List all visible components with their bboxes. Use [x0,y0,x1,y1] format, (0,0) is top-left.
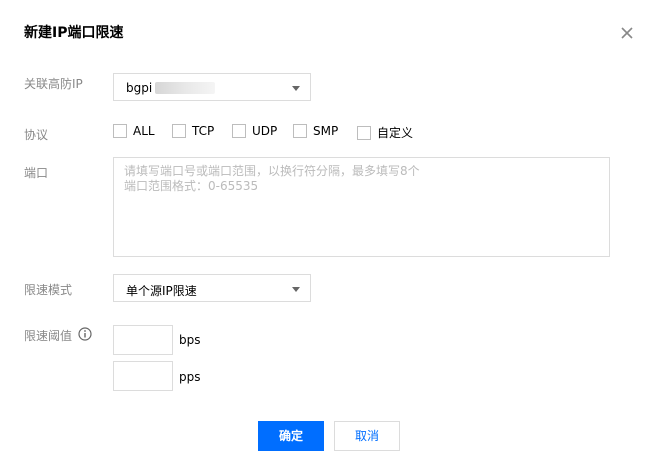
bps-input[interactable] [113,325,173,355]
port-textarea[interactable]: 请填写端口号或端口范围，以换行符分隔，最多填写8个 端口范围格式：0-65535 [113,157,610,257]
confirm-button[interactable]: 确定 [258,421,324,451]
protocol-option-label: ALL [133,124,155,138]
chevron-down-icon [292,86,300,91]
protocol-option-tcp[interactable]: TCP [172,124,214,138]
port-placeholder-line1: 请填写端口号或端口范围，以换行符分隔，最多填写8个 [124,164,420,178]
new-ip-port-rate-limit-dialog: 新建IP端口限速 关联高防IP bgpi 协议 ALL TCP UDP SMP … [0,0,657,475]
protocol-option-smp[interactable]: SMP [293,124,338,138]
chevron-down-icon [292,287,300,292]
checkbox[interactable] [113,124,127,138]
ip-label: 关联高防IP [24,77,83,91]
checkbox[interactable] [172,124,186,138]
port-placeholder-line2: 端口范围格式：0-65535 [124,179,259,193]
mode-select[interactable]: 单个源IP限速 [113,274,311,302]
cancel-button[interactable]: 取消 [334,421,400,451]
close-icon[interactable] [620,26,634,40]
port-label: 端口 [24,166,49,180]
protocol-option-label: TCP [192,124,215,138]
protocol-option-label: 自定义 [377,126,414,140]
protocol-option-label: SMP [313,124,339,138]
mode-select-value: 单个源IP限速 [126,284,197,298]
ip-redacted [155,82,215,94]
checkbox[interactable] [357,125,371,140]
dialog-title: 新建IP端口限速 [24,25,124,41]
protocol-option-custom[interactable]: 自定义 [357,124,413,141]
threshold-label: 限速阈值 [24,329,73,343]
mode-label: 限速模式 [24,283,73,297]
protocol-label: 协议 [24,128,49,142]
info-icon[interactable] [78,327,92,341]
checkbox[interactable] [293,124,307,138]
protocol-option-all[interactable]: ALL [113,124,155,138]
protocol-option-label: UDP [252,124,278,138]
ip-select-value: bgpi [126,81,153,95]
pps-unit: pps [179,370,201,384]
ip-select[interactable]: bgpi [113,73,311,101]
checkbox[interactable] [232,124,246,138]
protocol-option-udp[interactable]: UDP [232,124,277,138]
pps-input[interactable] [113,361,173,391]
bps-unit: bps [179,333,201,347]
